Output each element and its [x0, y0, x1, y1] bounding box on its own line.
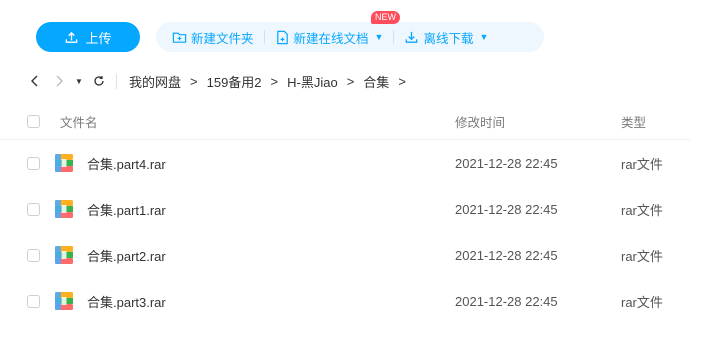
breadcrumb-separator: >: [346, 73, 355, 89]
breadcrumb-separator: >: [270, 73, 279, 89]
file-name-cell: 合集.part3.rar: [53, 290, 166, 312]
refresh-button[interactable]: [92, 71, 106, 91]
file-name[interactable]: 合集.part1.rar: [87, 200, 166, 219]
table-row[interactable]: 合集.part2.rar 2021-12-28 22:45 rar文件: [0, 232, 690, 278]
row-checkbox[interactable]: [27, 156, 40, 170]
row-checkbox[interactable]: [27, 248, 40, 262]
file-name[interactable]: 合集.part3.rar: [87, 292, 166, 311]
forward-button[interactable]: [52, 71, 66, 91]
modified-time: 2021-12-28 22:45: [455, 247, 558, 263]
new-folder-button[interactable]: 新建文件夹: [172, 28, 254, 47]
offline-download-label: 离线下载: [423, 31, 474, 46]
row-checkbox[interactable]: [27, 202, 40, 216]
table-row[interactable]: 合集.part4.rar 2021-12-28 22:45 rar文件: [0, 140, 690, 186]
file-type: rar文件: [621, 248, 663, 264]
breadcrumb-item-root[interactable]: 我的网盘: [129, 72, 181, 91]
divider: [116, 73, 117, 89]
upload-icon: [66, 31, 78, 43]
row-checkbox[interactable]: [27, 294, 40, 308]
file-name[interactable]: 合集.part2.rar: [87, 246, 166, 265]
file-table: 文件名 修改时间 类型 合集.part4.rar 2021-12-28 22:4…: [0, 104, 690, 324]
divider: [263, 30, 265, 44]
file-type: rar文件: [621, 156, 663, 172]
new-online-doc-button[interactable]: 新建在线文档 ▼: [275, 28, 384, 47]
modified-time: 2021-12-28 22:45: [455, 293, 558, 309]
chevron-down-icon: ▼: [479, 32, 489, 42]
divider: [393, 30, 395, 44]
rar-archive-icon: [55, 292, 73, 310]
select-all-checkbox[interactable]: [27, 115, 40, 128]
breadcrumb-item[interactable]: 159备用2: [207, 72, 262, 91]
upload-button[interactable]: 上传: [36, 22, 140, 52]
rar-archive-icon: [55, 246, 73, 264]
file-name-cell: 合集.part1.rar: [53, 198, 166, 220]
new-online-doc-label: 新建在线文档: [293, 31, 369, 46]
upload-label: 上传: [85, 30, 112, 46]
table-row[interactable]: 合集.part1.rar 2021-12-28 22:45 rar文件: [0, 186, 690, 232]
table-row[interactable]: 合集.part3.rar 2021-12-28 22:45 rar文件: [0, 278, 690, 324]
chevron-right-icon: [56, 75, 63, 87]
nav-bar: ▼ 我的网盘 > 159备用2 > H-黑Jiao > 合集 >: [0, 66, 690, 96]
column-header-type[interactable]: 类型: [621, 112, 646, 131]
back-button[interactable]: [28, 71, 42, 91]
new-folder-label: 新建文件夹: [191, 31, 254, 46]
refresh-icon: [94, 76, 104, 86]
new-badge: NEW: [371, 11, 400, 24]
chevron-down-icon: ▼: [374, 32, 384, 42]
breadcrumb-item[interactable]: H-黑Jiao: [287, 72, 338, 91]
chevron-left-icon: [31, 75, 38, 87]
offline-download-button[interactable]: 离线下载 ▼: [404, 28, 488, 47]
breadcrumb-separator: >: [398, 73, 406, 89]
modified-time: 2021-12-28 22:45: [455, 201, 558, 217]
rar-archive-icon: [55, 154, 73, 172]
breadcrumb-separator: >: [190, 73, 198, 89]
download-icon: [406, 31, 418, 43]
file-name-cell: 合集.part2.rar: [53, 244, 166, 266]
file-name-cell: 合集.part4.rar: [53, 152, 166, 174]
new-doc-icon: [276, 30, 288, 44]
modified-time: 2021-12-28 22:45: [455, 155, 558, 171]
column-header-time[interactable]: 修改时间: [455, 112, 505, 131]
file-name[interactable]: 合集.part4.rar: [87, 154, 166, 173]
file-type: rar文件: [621, 294, 663, 310]
file-type: rar文件: [621, 202, 663, 218]
history-dropdown-icon[interactable]: ▼: [72, 71, 86, 91]
action-bar: 新建文件夹 新建在线文档 ▼ 离线下载 ▼: [156, 22, 544, 52]
rar-archive-icon: [55, 200, 73, 218]
toolbar: 上传 新建文件夹 新建在线文档 ▼ 离线下载 ▼ NEW: [0, 11, 727, 60]
column-header-name[interactable]: 文件名: [60, 112, 98, 131]
table-header: 文件名 修改时间 类型: [0, 104, 690, 140]
breadcrumb-item-current[interactable]: 合集: [363, 72, 389, 91]
new-folder-icon: [172, 32, 187, 43]
